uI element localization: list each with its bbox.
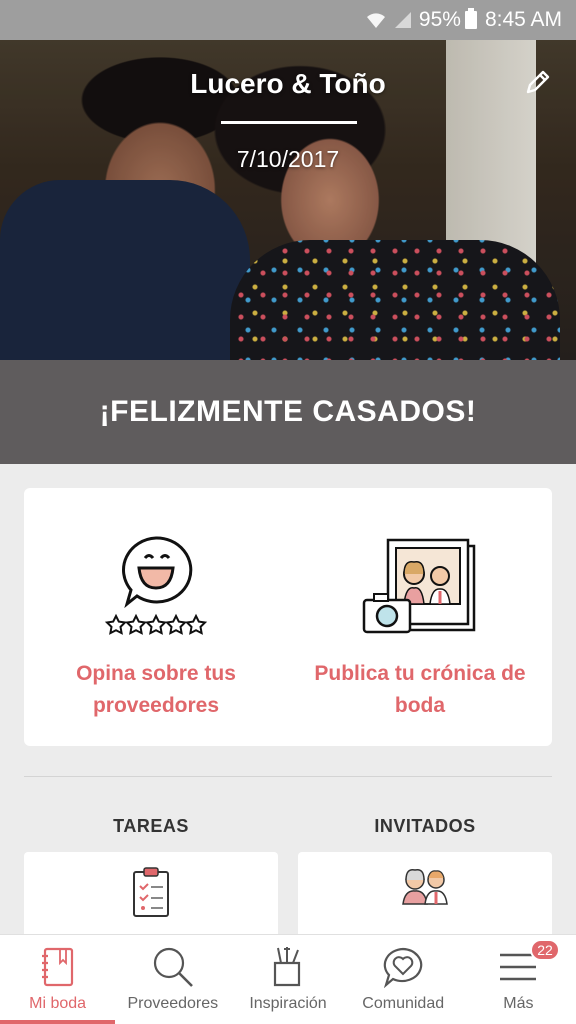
notification-badge: 22	[530, 939, 561, 961]
status-bar: 95% 8:45 AM	[0, 0, 576, 40]
review-vendors-action[interactable]: Opina sobre tus proveedores	[24, 488, 288, 746]
wedding-date: 7/10/2017	[236, 146, 340, 172]
publish-story-label: Publica tu crónica de boda	[314, 662, 526, 717]
nav-label: Inspiración	[249, 995, 327, 1012]
checklist-icon	[131, 866, 171, 942]
couple-photo: Lucero & Toño 7/10/2017	[0, 40, 576, 360]
review-vendors-label: Opina sobre tus proveedores	[76, 662, 236, 717]
wifi-icon	[365, 10, 387, 30]
married-banner: ¡FELIZMENTE CASADOS!	[0, 360, 576, 464]
nav-label: Más	[503, 995, 534, 1012]
inspiration-cup-icon	[271, 945, 305, 989]
bottom-navigation: Mi boda Proveedores Inspiración Comunida…	[0, 934, 576, 1024]
tasks-card[interactable]	[24, 852, 278, 942]
battery-percent: 95%	[418, 8, 461, 31]
notebook-icon	[40, 945, 76, 989]
heart-chat-icon	[381, 945, 425, 989]
nav-label: Proveedores	[127, 995, 219, 1012]
clock: 8:45 AM	[484, 8, 562, 31]
edit-pencil-icon[interactable]	[522, 66, 554, 98]
nav-label: Comunidad	[362, 995, 445, 1012]
review-smile-icon	[101, 528, 211, 638]
guests-section-title: INVITADOS	[374, 816, 476, 836]
tasks-section-title: TAREAS	[113, 816, 189, 836]
nav-proveedores[interactable]: Proveedores	[115, 935, 230, 1024]
guests-couple-icon	[398, 866, 452, 942]
publish-story-action[interactable]: Publica tu crónica de boda	[288, 488, 552, 746]
battery-icon	[464, 8, 477, 29]
signal-icon	[393, 10, 413, 30]
nav-mas[interactable]: Más 22	[461, 935, 576, 1024]
guests-card[interactable]	[298, 852, 552, 942]
nav-mi-boda[interactable]: Mi boda	[0, 935, 116, 1024]
photo-album-icon	[360, 528, 480, 638]
nav-label: Mi boda	[29, 995, 87, 1012]
actions-card: Opina sobre tus proveedores Publica tu c…	[24, 488, 552, 746]
nav-comunidad[interactable]: Comunidad	[346, 935, 461, 1024]
nav-inspiracion[interactable]: Inspiración	[230, 935, 345, 1024]
search-icon	[151, 945, 195, 989]
title-divider	[221, 121, 357, 124]
couple-name: Lucero & Toño	[190, 68, 386, 99]
section-divider	[24, 776, 552, 777]
